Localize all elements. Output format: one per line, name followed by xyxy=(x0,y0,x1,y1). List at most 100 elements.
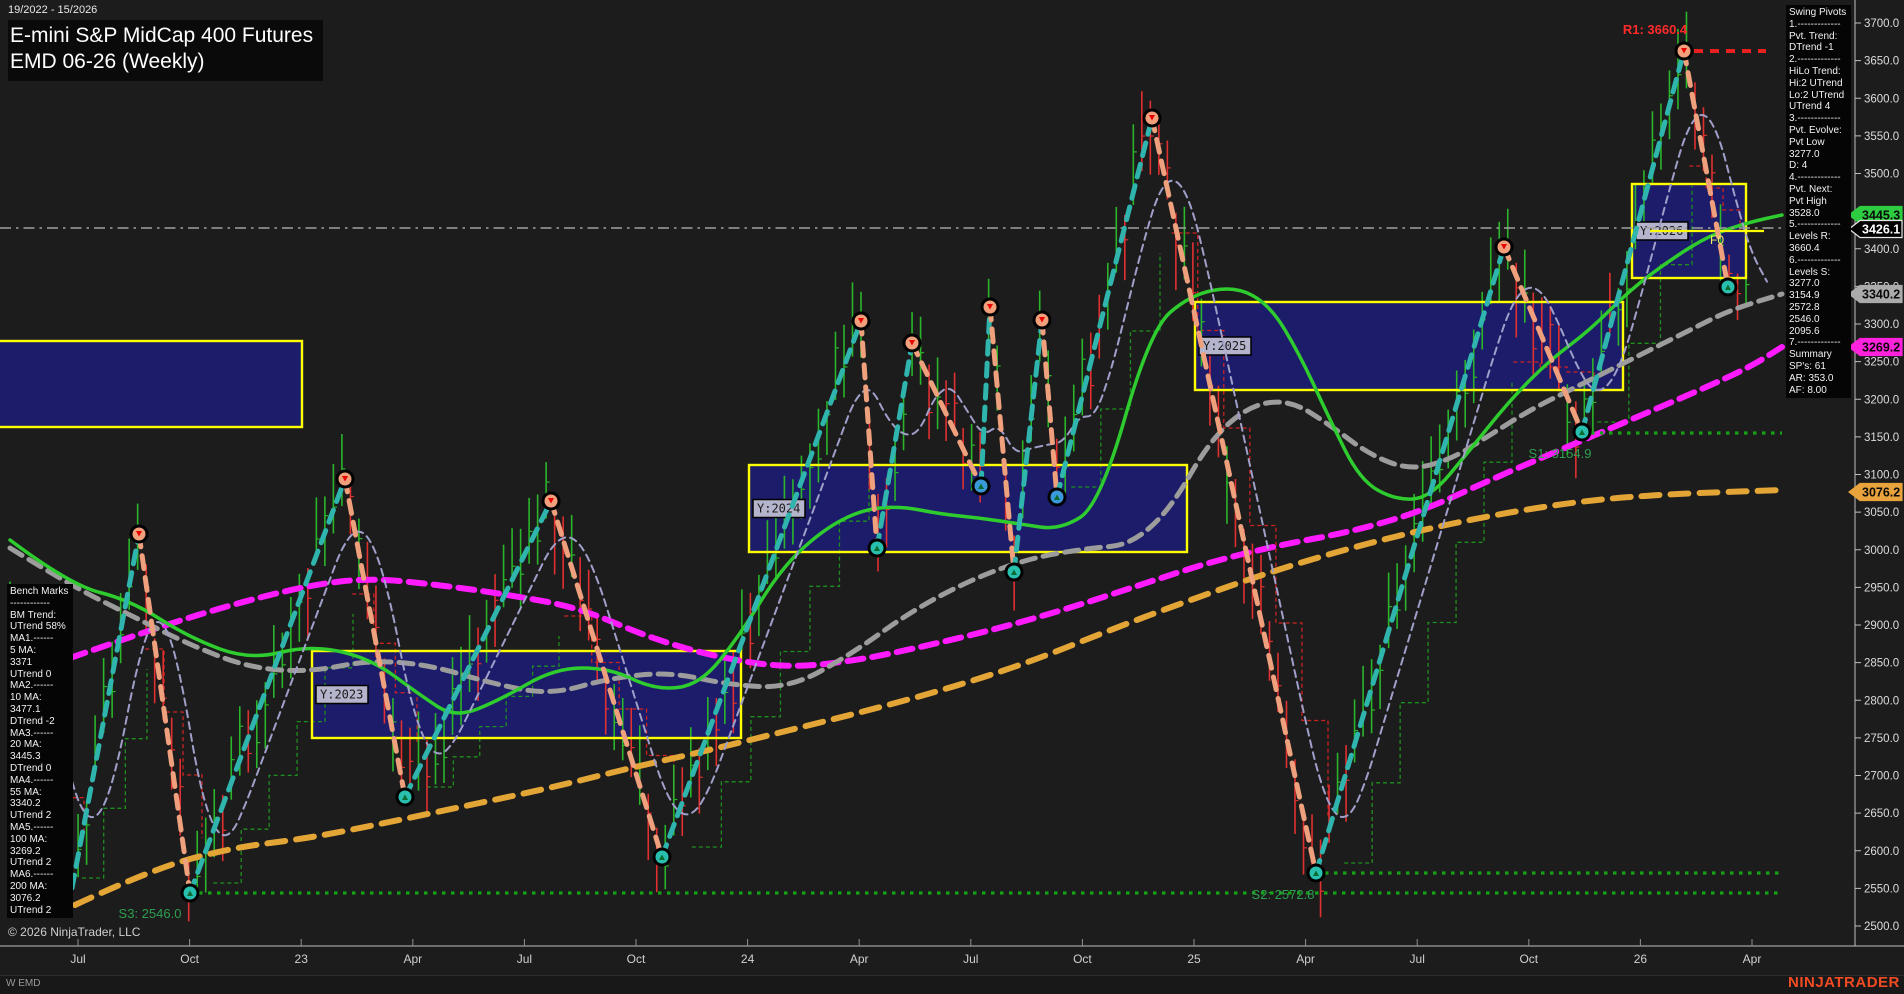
panel-line: 55 MA: xyxy=(10,786,42,798)
panel-line: Summary xyxy=(1789,349,1832,361)
annotation-s3: S3: 2546.0 xyxy=(119,906,182,921)
annotation-f0: F0 xyxy=(1710,233,1724,247)
tab-w-emd[interactable]: W EMD xyxy=(6,978,40,989)
svg-text:3340.2: 3340.2 xyxy=(1862,288,1900,302)
x-tick-label: Apr xyxy=(1296,952,1315,966)
panel-line: SP's: 61 xyxy=(1789,360,1826,372)
y-tick-label: 2700.0 xyxy=(1864,771,1899,783)
price-tag: 3076.2 xyxy=(1848,482,1903,502)
y-tick-label: 2650.0 xyxy=(1864,808,1899,820)
panel-line: 3340.2 xyxy=(10,798,41,810)
panel-line: Pvt High xyxy=(1789,195,1827,207)
panel-line: MA1.------ xyxy=(10,633,54,645)
panel-line: 1.------------- xyxy=(1789,18,1841,30)
panel-line: Levels R: xyxy=(1789,231,1831,243)
panel-line: MA2.------ xyxy=(10,680,54,692)
y-tick-label: 3250.0 xyxy=(1864,357,1899,369)
y-tick-label: 3500.0 xyxy=(1864,169,1899,181)
panel-line: UTrend 2 xyxy=(10,857,52,869)
y-tick-label: 2750.0 xyxy=(1864,733,1899,745)
x-tick-label: Apr xyxy=(1743,952,1762,966)
panel-line: 3528.0 xyxy=(1789,207,1820,219)
x-tick-label: Oct xyxy=(1073,952,1092,966)
panel-line: 3154.9 xyxy=(1789,290,1820,302)
x-tick-label: 26 xyxy=(1634,952,1648,966)
y-tick-label: 2500.0 xyxy=(1864,921,1899,933)
panel-line: 2546.0 xyxy=(1789,313,1820,325)
y-tick-label: 2800.0 xyxy=(1864,695,1899,707)
panel-line: Pvt. Evolve: xyxy=(1789,124,1842,136)
x-tick-label: Jul xyxy=(963,952,978,966)
panel-line: HiLo Trend: xyxy=(1789,65,1841,77)
pivot-marker xyxy=(1306,863,1326,883)
panel-line: Hi:2 UTrend xyxy=(1789,77,1843,89)
pivot-marker xyxy=(652,847,672,867)
panel-line: 5.------------- xyxy=(1789,219,1841,231)
panel-line: UTrend 4 xyxy=(1789,101,1831,113)
pivot-marker xyxy=(1047,487,1067,507)
pivot-marker xyxy=(867,538,887,558)
price-tag: 3340.2 xyxy=(1848,284,1903,304)
annotation-s2: S2: 2572.8 xyxy=(1252,887,1315,902)
annotation-r1: R1: 3660.4 xyxy=(1623,22,1688,37)
year-label-text: Y:2023 xyxy=(320,688,363,702)
y-tick-label: 3700.0 xyxy=(1864,18,1899,30)
y-tick-label: 3100.0 xyxy=(1864,470,1899,482)
copyright-label: © 2026 NinjaTrader, LLC xyxy=(8,925,141,939)
panel-line: MA4.------ xyxy=(10,774,54,786)
x-tick-label: Oct xyxy=(180,952,199,966)
panel-line: 3445.3 xyxy=(10,751,41,763)
panel-line: 200 MA: xyxy=(10,880,48,892)
panel-line: DTrend 0 xyxy=(10,762,52,774)
x-tick-label: Jul xyxy=(517,952,532,966)
title-line-1: E-mini S&P MidCap 400 Futures xyxy=(10,24,314,47)
pivot-marker xyxy=(1674,41,1694,61)
panel-line: 100 MA: xyxy=(10,833,48,845)
ninjatrader-logo: NINJATRADER xyxy=(1788,974,1900,991)
y-tick-label: 3000.0 xyxy=(1864,545,1899,557)
price-tag: 3426.1 xyxy=(1848,219,1903,239)
pivot-marker xyxy=(129,524,149,544)
x-tick-label: Oct xyxy=(627,952,646,966)
pivot-marker xyxy=(1494,237,1514,257)
y-tick-label: 3600.0 xyxy=(1864,93,1899,105)
panel-line: 3269.2 xyxy=(10,845,41,857)
svg-text:3076.2: 3076.2 xyxy=(1862,486,1900,500)
panel-line: 6.------------- xyxy=(1789,254,1841,266)
pivot-marker xyxy=(971,476,991,496)
panel-line: 2.------------- xyxy=(1789,54,1841,66)
panel-line: 3477.1 xyxy=(10,703,41,715)
x-tick-label: Apr xyxy=(403,952,422,966)
panel-line: D: 4 xyxy=(1789,160,1808,172)
panel-line: Swing Pivots xyxy=(1789,7,1847,18)
x-tick-label: Jul xyxy=(1410,952,1425,966)
panel-line: 7.------------- xyxy=(1789,337,1841,349)
y-tick-label: 2600.0 xyxy=(1864,846,1899,858)
pivot-marker xyxy=(335,469,355,489)
tab-strip xyxy=(0,975,1904,994)
chart-canvas[interactable]: Y:2023Y:2024Y:2025Y:2026R1: 3660.4S1: 31… xyxy=(0,0,1904,994)
panel-line: Pvt Low xyxy=(1789,136,1825,148)
panel-line: AR: 353.0 xyxy=(1789,372,1834,384)
panel-line: DTrend -1 xyxy=(1789,42,1834,54)
swing-pivots-panel: Swing Pivots 1.------------- Pvt. Trend: DT… xyxy=(1786,5,1851,399)
panel-line: MA6.------ xyxy=(10,869,54,881)
panel-line: 5 MA: xyxy=(10,644,37,656)
y-tick-label: 3200.0 xyxy=(1864,394,1899,406)
date-range-label: 19/2022 - 15/2026 xyxy=(8,4,98,16)
panel-line: 4.------------- xyxy=(1789,172,1841,184)
pivot-marker xyxy=(1718,277,1738,297)
panel-line: 3076.2 xyxy=(10,892,41,904)
y-tick-label: 3650.0 xyxy=(1864,56,1899,68)
panel-line: Bench Marks xyxy=(10,586,69,597)
y-tick-label: 2900.0 xyxy=(1864,620,1899,632)
x-tick-label: Oct xyxy=(1519,952,1538,966)
panel-line: 2572.8 xyxy=(1789,301,1820,313)
panel-line: MA5.------ xyxy=(10,821,54,833)
panel-line: 2095.6 xyxy=(1789,325,1820,337)
annotation-s1: S1: 3154.9 xyxy=(1529,446,1592,461)
y-tick-label: 3300.0 xyxy=(1864,319,1899,331)
pivot-marker xyxy=(395,787,415,807)
x-tick-label: 24 xyxy=(741,952,755,966)
y-tick-label: 2950.0 xyxy=(1864,582,1899,594)
